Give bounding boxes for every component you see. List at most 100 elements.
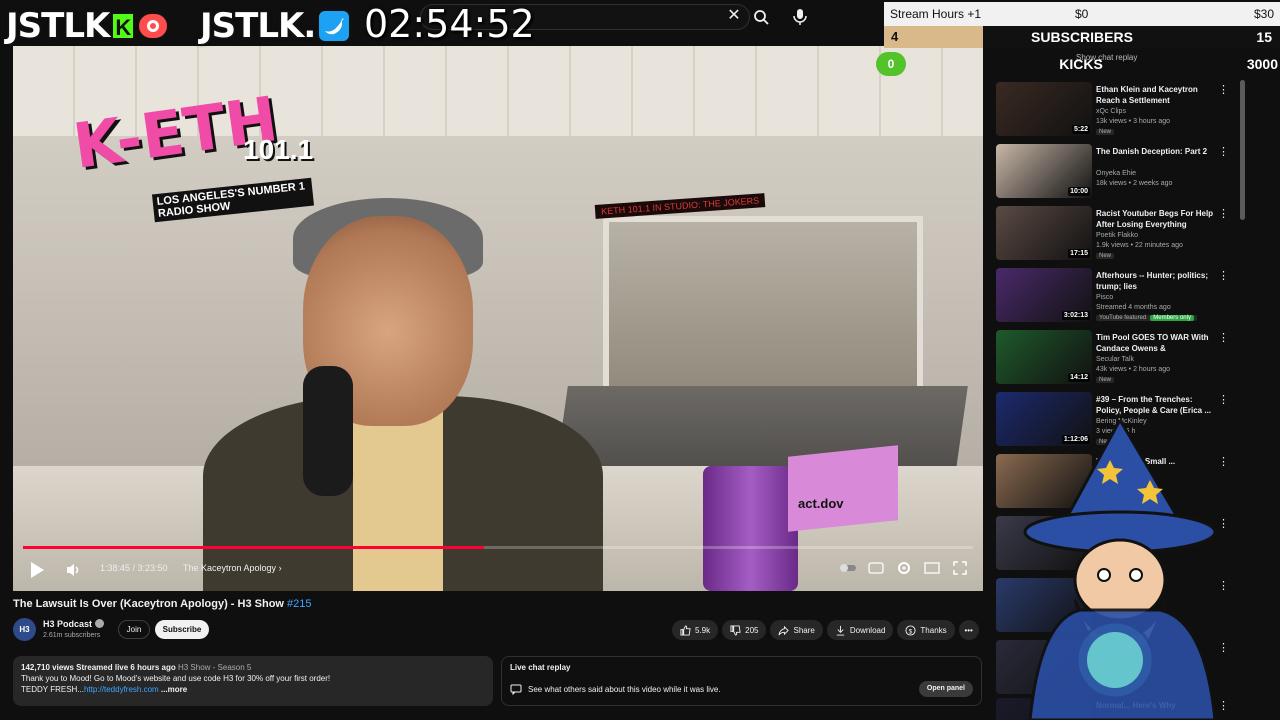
kick-icon: K xyxy=(111,12,136,40)
more-icon: ••• xyxy=(964,625,973,635)
download-icon xyxy=(836,625,845,636)
teddyfresh-link[interactable]: http://teddyfresh.com xyxy=(84,685,159,694)
recommendation-channel[interactable]: Pisco xyxy=(1096,294,1113,301)
more-options-icon[interactable]: ⋮ xyxy=(1218,147,1229,158)
video-title: The Lawsuit Is Over (Kaceytron Apology) … xyxy=(13,598,312,610)
open-panel-button[interactable]: Open panel xyxy=(918,681,973,697)
video-thumbnail[interactable]: 3:02:13 xyxy=(996,268,1092,322)
play-button[interactable] xyxy=(27,559,47,581)
channel-avatar[interactable]: H3 xyxy=(13,618,36,641)
recommendation-meta: 18k views • 2 weeks ago xyxy=(1096,180,1173,187)
recommendation-meta: 13k views • 3 hours ago xyxy=(1096,118,1171,125)
clear-search-icon[interactable]: ✕ xyxy=(726,8,742,24)
microphone-icon xyxy=(793,9,807,25)
recommendation-title[interactable]: Tim Pool GOES TO WAR With Candace Owens … xyxy=(1096,332,1214,354)
recommendation-channel[interactable]: Onyeka Ehie xyxy=(1096,170,1136,177)
recommendation-item[interactable]: 10:00 The Danish Deception: Part 2 Onyeka … xyxy=(996,144,1229,202)
wizard-mascot xyxy=(1020,416,1220,720)
verified-icon xyxy=(95,619,105,628)
chapter-button[interactable]: The Kaceytron Apology › xyxy=(183,563,282,573)
twitter-bird-icon xyxy=(317,9,352,43)
kick-logo: JSTLK K xyxy=(6,6,178,46)
more-options-icon[interactable]: ⋮ xyxy=(1218,395,1229,406)
share-icon xyxy=(778,625,790,635)
miniplayer-button[interactable] xyxy=(923,559,941,577)
video-thumbnail[interactable]: 14:12 xyxy=(996,330,1092,384)
stream-clock: 02:54:52 xyxy=(364,2,535,46)
subscribers-goal: 4 SUBSCRIBERS 15 xyxy=(884,26,1280,48)
microphone xyxy=(303,366,353,496)
duration-badge: 5:22 xyxy=(1071,125,1090,134)
recommendation-channel[interactable]: Poetik Flakko xyxy=(1096,232,1138,239)
thumbs-down-icon xyxy=(730,624,741,636)
search-button[interactable] xyxy=(750,4,774,30)
recommendation-title[interactable]: Racist Youtuber Begs For Help After Losi… xyxy=(1096,208,1214,230)
subscribe-button[interactable]: Subscribe xyxy=(155,620,209,639)
recommendation-channel[interactable]: Secular Talk xyxy=(1096,356,1134,363)
stream-hours-goal: Stream Hours +1 $0 $30 xyxy=(884,2,1280,26)
recommendation-title[interactable]: Ethan Klein and Kaceytron Reach a Settle… xyxy=(1096,84,1214,106)
duration-badge: 14:12 xyxy=(1068,373,1090,382)
recommendation-item[interactable]: 5:22 Ethan Klein and Kaceytron Reach a Se… xyxy=(996,82,1229,140)
show-more-button[interactable]: ...more xyxy=(161,685,187,694)
thanks-button[interactable]: $ Thanks xyxy=(897,620,955,640)
volume-icon xyxy=(67,564,79,576)
thanks-icon: $ xyxy=(905,624,916,636)
video-thumbnail[interactable]: 5:22 xyxy=(996,82,1092,136)
box-label: act.dov xyxy=(798,496,844,511)
channel-name[interactable]: H3 Podcast xyxy=(43,619,105,629)
recommendation-meta: 1.9k views • 22 minutes ago xyxy=(1096,242,1183,249)
duration-badge: 17:15 xyxy=(1068,249,1090,258)
share-button[interactable]: Share xyxy=(770,620,823,640)
twitter-logo: JSTLK. xyxy=(200,6,360,46)
recommendation-channel[interactable]: xQc Clips xyxy=(1096,108,1126,115)
sidebar-scrollbar[interactable] xyxy=(1240,80,1245,220)
recommendation-title[interactable]: The Danish Deception: Part 2 xyxy=(1096,146,1214,157)
more-options-icon[interactable]: ⋮ xyxy=(1218,333,1229,344)
chat-replay-title: Live chat replay xyxy=(510,663,571,672)
recommendation-meta: 43k views • 2 hours ago xyxy=(1096,366,1171,373)
settings-button[interactable] xyxy=(895,559,913,577)
voice-search-button[interactable] xyxy=(788,4,812,30)
video-thumbnail[interactable]: 17:15 xyxy=(996,206,1092,260)
recommendation-item[interactable]: 14:12 Tim Pool GOES TO WAR With Candace O… xyxy=(996,330,1229,388)
dislike-button[interactable]: 205 xyxy=(722,620,767,640)
recommendation-title[interactable]: Afterhours -- Hunter; politics; trump; l… xyxy=(1096,270,1214,292)
subtitles-icon xyxy=(868,562,884,574)
volume-button[interactable] xyxy=(65,561,83,579)
recommendation-item[interactable]: 17:15 Racist Youtuber Begs For Help After… xyxy=(996,206,1229,264)
video-player[interactable]: KETH 101.1 IN STUDIO: THE JOKERS K-ETH 1… xyxy=(13,46,983,591)
kicks-goal: 0 Show chat replay KICKS 3000 xyxy=(876,50,1280,78)
download-button[interactable]: Download xyxy=(826,620,894,640)
player-controls: 1:38:45 / 3:23:50 The Kaceytron Apology … xyxy=(13,549,983,591)
episode-hashtag[interactable]: #215 xyxy=(287,598,311,610)
thumbs-up-icon xyxy=(680,624,691,636)
fullscreen-button[interactable] xyxy=(951,559,969,577)
studio-window xyxy=(603,216,923,406)
more-options-icon[interactable]: ⋮ xyxy=(1218,85,1229,96)
svg-text:$: $ xyxy=(909,628,913,635)
like-button[interactable]: 5.9k xyxy=(672,620,719,640)
recommendation-title[interactable]: #39 – From the Trenches: Policy, People … xyxy=(1096,394,1214,416)
duration-badge: 10:00 xyxy=(1068,187,1090,196)
pink-box xyxy=(788,445,898,532)
subscriber-count: 2.61m subscribers xyxy=(43,632,101,639)
fullscreen-icon xyxy=(953,561,967,575)
join-button[interactable]: Join xyxy=(118,620,150,639)
more-actions-button[interactable]: ••• xyxy=(958,620,979,640)
video-actions: 5.9k 205 Share Download $ Thanks ••• xyxy=(672,620,979,640)
record-icon xyxy=(137,12,170,40)
search-icon xyxy=(754,10,769,25)
description-line: Thank you to Mood! Go to Mood's website … xyxy=(21,674,331,683)
members-only-badge: Members only xyxy=(1150,315,1194,321)
recommendation-meta: Streamed 4 months ago xyxy=(1096,304,1171,311)
recommendation-item[interactable]: 3:02:13 Afterhours -- Hunter; politics; t… xyxy=(996,268,1229,326)
subtitles-button[interactable] xyxy=(867,559,885,577)
live-chat-replay-box: Live chat replay See what others said ab… xyxy=(501,656,982,706)
description-box[interactable]: 142,710 views Streamed live 6 hours ago … xyxy=(13,656,493,706)
video-thumbnail[interactable]: 10:00 xyxy=(996,144,1092,198)
more-options-icon[interactable]: ⋮ xyxy=(1218,209,1229,220)
miniplayer-icon xyxy=(924,562,940,574)
more-options-icon[interactable]: ⋮ xyxy=(1218,271,1229,282)
autoplay-toggle[interactable] xyxy=(839,559,857,577)
